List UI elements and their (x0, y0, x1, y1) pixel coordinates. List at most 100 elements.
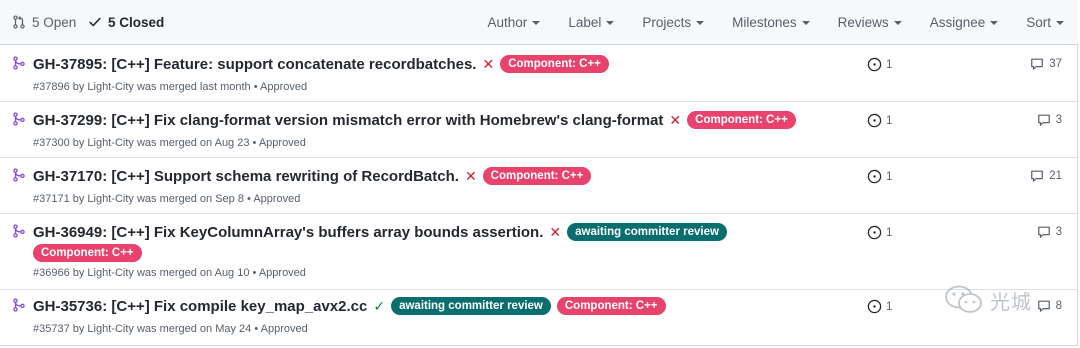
closed-count-label: 5 Closed (108, 14, 165, 30)
open-count-label: 5 Open (32, 14, 77, 30)
title-line: GH-36949: [C++] Fix KeyColumnArray's buf… (33, 223, 727, 241)
x-icon[interactable]: ✕ (465, 169, 477, 183)
check-icon (89, 17, 101, 27)
chevron-down-icon (801, 21, 810, 25)
closed-filter[interactable]: 5 Closed (88, 13, 164, 31)
comment-icon (1031, 58, 1044, 70)
chevron-down-icon (893, 21, 902, 25)
x-icon[interactable]: ✕ (482, 57, 494, 71)
title-line: GH-37895: [C++] Feature: support concate… (33, 55, 609, 73)
chevron-down-icon (1056, 21, 1064, 25)
merged-icon (13, 112, 25, 126)
comment-icon (1031, 170, 1044, 182)
pr-meta: #36966 by Light-City was merged on Aug 1… (33, 267, 306, 279)
projects-filter[interactable]: Projects (642, 13, 705, 31)
open-filter[interactable]: 5 Open (12, 13, 76, 31)
comments-link[interactable]: 21 (1030, 169, 1062, 183)
pr-title-link[interactable]: GH-37170: [C++] Support schema rewriting… (33, 168, 459, 185)
chevron-down-icon (696, 21, 705, 25)
filter-label: Author (487, 14, 528, 30)
labels-line: Component: C++ (27, 244, 142, 262)
pull-request-row: GH-35736: [C++] Fix compile key_map_avx2… (0, 290, 1078, 346)
filter-label: Projects (642, 14, 692, 30)
filter-label: Assignee (929, 14, 986, 30)
watermark: 光城 (944, 284, 1032, 316)
issue-icon (867, 225, 882, 240)
pr-meta: #37300 by Light-City was merged on Aug 2… (33, 137, 306, 149)
issue-icon (867, 169, 882, 184)
filter-label: Sort (1026, 14, 1051, 30)
comment-icon (1037, 114, 1050, 126)
milestones-filter[interactable]: Milestones (732, 13, 810, 31)
issue-icon (867, 57, 882, 72)
label-component-cpp[interactable]: Component: C++ (556, 297, 666, 315)
merged-icon (13, 298, 25, 312)
pr-meta: #35737 by Light-City was merged on May 2… (33, 323, 308, 335)
pull-request-icon (13, 15, 25, 29)
pr-title-link[interactable]: GH-37895: [C++] Feature: support concate… (33, 56, 476, 73)
chevron-down-icon (532, 21, 541, 25)
comments-link[interactable]: 3 (1037, 225, 1062, 239)
filter-bar: Author Label Projects Milestones Reviews… (460, 13, 1064, 31)
pr-meta: #37896 by Light-City was merged last mon… (33, 81, 308, 93)
comment-count: 3 (1055, 114, 1062, 126)
chevron-down-icon (990, 21, 999, 25)
linked-issues-count: 1 (886, 300, 893, 313)
comment-count: 3 (1055, 226, 1062, 238)
list-header: 5 Open 5 Closed Author Label Projects Mi… (0, 0, 1078, 45)
label-filter[interactable]: Label (568, 13, 615, 31)
issue-icon (867, 113, 882, 128)
comments-link[interactable]: 3 (1037, 113, 1062, 127)
linked-issues[interactable]: 1 (867, 225, 892, 240)
title-line: GH-37299: [C++] Fix clang-format version… (33, 111, 796, 129)
title-line: GH-35736: [C++] Fix compile key_map_avx2… (33, 297, 666, 315)
author-filter[interactable]: Author (488, 13, 541, 31)
reviews-filter[interactable]: Reviews (838, 13, 902, 31)
pr-title-link[interactable]: GH-36949: [C++] Fix KeyColumnArray's buf… (33, 224, 543, 241)
filter-label: Milestones (732, 14, 797, 30)
sort-filter[interactable]: Sort (1026, 13, 1064, 31)
comment-count: 37 (1049, 58, 1062, 70)
label-awaiting-review[interactable]: awaiting committer review (567, 223, 727, 241)
pr-title-link[interactable]: GH-35736: [C++] Fix compile key_map_avx2… (33, 298, 367, 315)
linked-issues[interactable]: 1 (867, 169, 892, 184)
linked-issues-count: 1 (886, 58, 893, 71)
pull-request-row: GH-37895: [C++] Feature: support concate… (0, 46, 1078, 102)
assignee-filter[interactable]: Assignee (930, 13, 999, 31)
label-component-cpp[interactable]: Component: C++ (482, 167, 592, 185)
label-component-cpp[interactable]: Component: C++ (687, 111, 796, 129)
wechat-icon (945, 285, 982, 313)
linked-issues[interactable]: 1 (867, 113, 892, 128)
pull-request-row: GH-37299: [C++] Fix clang-format version… (0, 102, 1078, 158)
comment-count: 8 (1055, 300, 1062, 312)
watermark-text: 光城 (990, 289, 1032, 314)
filter-label: Label (568, 14, 602, 30)
linked-issues[interactable]: 1 (867, 299, 892, 314)
comment-icon (1037, 226, 1050, 238)
chevron-down-icon (606, 21, 615, 25)
pull-request-list: 5 Open 5 Closed Author Label Projects Mi… (0, 0, 1078, 346)
label-awaiting-review[interactable]: awaiting committer review (391, 297, 551, 315)
label-component-cpp[interactable]: Component: C++ (33, 244, 142, 262)
x-icon[interactable]: ✕ (549, 225, 561, 239)
comment-icon (1037, 300, 1050, 312)
comment-count: 21 (1049, 170, 1062, 182)
comments-link[interactable]: 8 (1037, 299, 1062, 313)
linked-issues-count: 1 (886, 170, 893, 183)
merged-icon (13, 224, 25, 238)
label-component-cpp[interactable]: Component: C++ (500, 55, 609, 73)
issue-icon (867, 299, 882, 314)
x-icon[interactable]: ✕ (669, 113, 681, 127)
linked-issues-count: 1 (886, 226, 893, 239)
merged-icon (13, 56, 25, 70)
title-line: GH-37170: [C++] Support schema rewriting… (33, 167, 592, 185)
comments-link[interactable]: 37 (1030, 57, 1062, 71)
filter-label: Reviews (837, 14, 889, 30)
pr-meta: #37171 by Light-City was merged on Sep 8… (33, 193, 301, 205)
merged-icon (13, 168, 25, 182)
linked-issues[interactable]: 1 (867, 57, 892, 72)
pull-request-row: GH-36949: [C++] Fix KeyColumnArray's buf… (0, 214, 1078, 290)
check-icon[interactable]: ✓ (373, 299, 385, 313)
pull-request-row: GH-37170: [C++] Support schema rewriting… (0, 158, 1078, 214)
pr-title-link[interactable]: GH-37299: [C++] Fix clang-format version… (33, 112, 663, 129)
